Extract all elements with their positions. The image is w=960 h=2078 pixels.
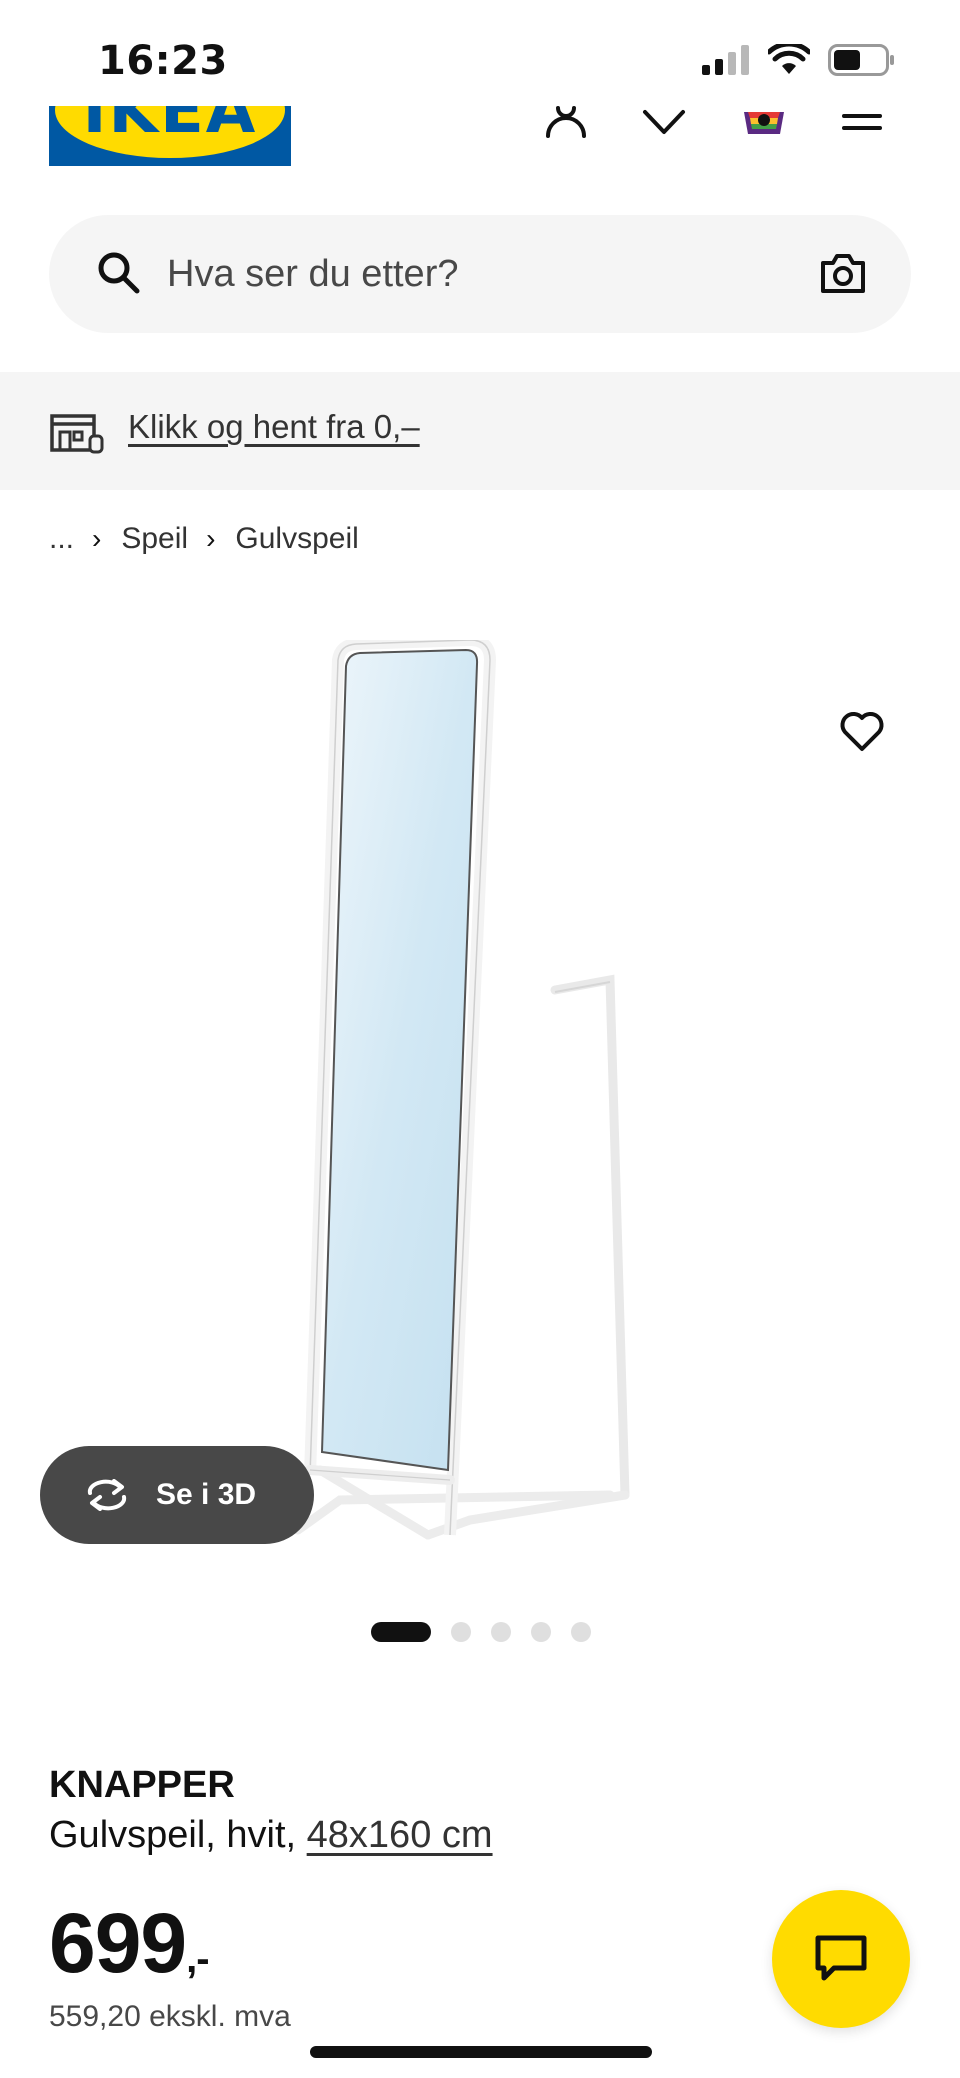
store-icon xyxy=(50,414,104,454)
click-collect-link[interactable]: Klikk og hent fra 0,– xyxy=(128,408,420,446)
search-input[interactable] xyxy=(167,245,767,303)
carousel-dot[interactable] xyxy=(531,1622,551,1642)
rotate-3d-icon xyxy=(87,1479,127,1511)
heart-icon xyxy=(643,110,685,134)
search-icon xyxy=(98,252,140,294)
chat-bubble-icon xyxy=(815,1935,867,1981)
chat-button[interactable] xyxy=(772,1890,910,2028)
status-bar: 16:23 xyxy=(0,0,960,100)
product-image[interactable] xyxy=(280,640,710,1580)
product-dimensions-link[interactable]: 48x160 cm xyxy=(307,1814,493,1856)
account-button[interactable] xyxy=(536,100,596,140)
status-icons xyxy=(702,44,896,76)
product-type: Gulvspeil, hvit, xyxy=(49,1814,297,1856)
wifi-icon xyxy=(768,44,810,74)
menu-button[interactable] xyxy=(832,100,892,140)
carousel-dot[interactable] xyxy=(371,1622,431,1642)
heart-icon xyxy=(840,712,884,751)
carousel-dot[interactable] xyxy=(451,1622,471,1642)
cart-button[interactable] xyxy=(734,100,794,140)
breadcrumb-ellipsis[interactable]: ... xyxy=(49,522,74,556)
home-indicator xyxy=(310,2046,652,2058)
breadcrumb-item-gulvspeil[interactable]: Gulvspeil xyxy=(235,522,358,556)
header: IKEA xyxy=(0,100,960,180)
breadcrumb: ... › Speil › Gulvspeil xyxy=(49,522,359,556)
product-name: KNAPPER xyxy=(49,1764,235,1806)
carousel-indicator xyxy=(371,1622,591,1642)
cellular-signal-icon xyxy=(702,45,749,75)
logo-text: IKEA xyxy=(82,106,258,148)
view-in-3d-button[interactable]: Se i 3D xyxy=(40,1446,314,1544)
product-description: Gulvspeil, hvit, 48x160 cm xyxy=(49,1814,493,1857)
search-bar xyxy=(49,215,911,333)
person-icon xyxy=(546,106,586,138)
price-value: 699 xyxy=(49,1896,187,1990)
chevron-right-icon: › xyxy=(206,523,216,554)
hamburger-menu-icon xyxy=(842,114,882,130)
favourites-button[interactable] xyxy=(634,100,694,140)
camera-icon[interactable] xyxy=(819,251,867,295)
view-in-3d-label: Se i 3D xyxy=(156,1478,257,1511)
shopping-bag-icon xyxy=(744,112,784,134)
product-price: 699,- xyxy=(49,1895,210,1992)
ikea-logo[interactable]: IKEA xyxy=(49,106,291,166)
price-suffix: ,- xyxy=(186,1937,209,1981)
chevron-right-icon: › xyxy=(92,523,102,554)
click-collect-banner: Klikk og hent fra 0,– xyxy=(0,372,960,490)
add-to-favourites-button[interactable] xyxy=(820,690,904,774)
breadcrumb-item-speil[interactable]: Speil xyxy=(121,522,188,556)
carousel-dot[interactable] xyxy=(491,1622,511,1642)
price-excluding-vat: 559,20 ekskl. mva xyxy=(49,2000,291,2033)
status-time: 16:23 xyxy=(98,38,228,84)
carousel-dot[interactable] xyxy=(571,1622,591,1642)
battery-icon xyxy=(828,44,894,76)
